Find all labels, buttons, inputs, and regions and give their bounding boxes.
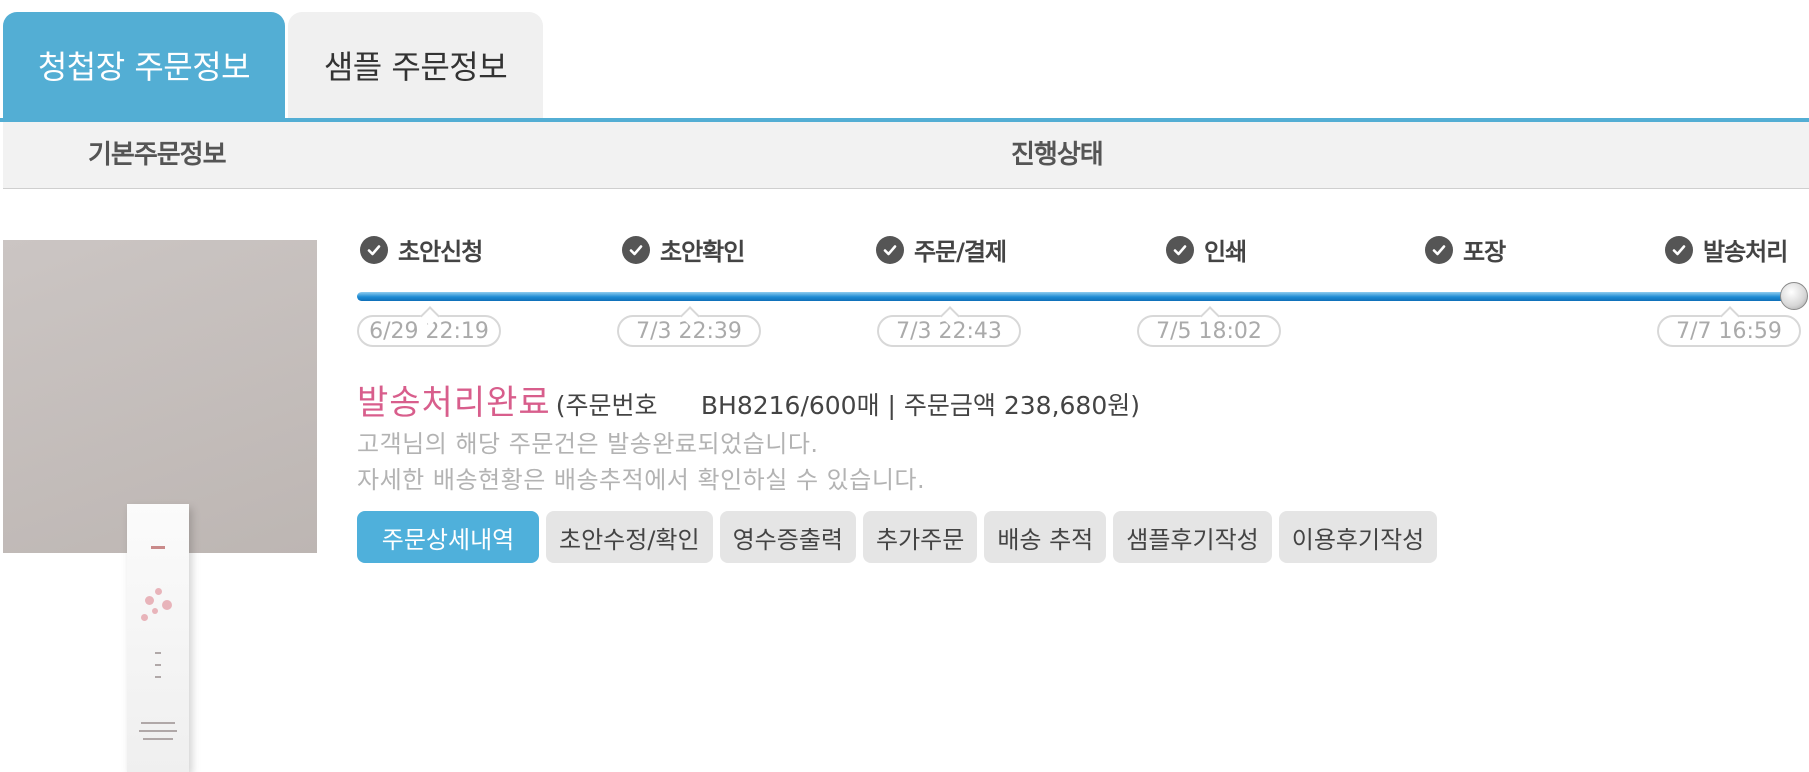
step-draft-request: 초안신청 bbox=[360, 232, 483, 267]
step-date-order-payment: 7/3 22:43 bbox=[877, 315, 1021, 347]
section-header-bar: 기본주문정보 진행상태 bbox=[3, 122, 1809, 189]
product-thumbnail[interactable] bbox=[3, 240, 317, 772]
step-label: 인쇄 bbox=[1204, 238, 1247, 266]
progress-knob-icon bbox=[1780, 282, 1808, 310]
step-packing: 포장 bbox=[1425, 232, 1506, 267]
receipt-print-button[interactable]: 영수증출력 bbox=[719, 511, 856, 563]
additional-order-button[interactable]: 추가주문 bbox=[862, 511, 978, 563]
sample-review-button[interactable]: 샘플후기작성 bbox=[1113, 511, 1272, 563]
check-circle-icon bbox=[1425, 235, 1453, 264]
check-circle-icon bbox=[1665, 235, 1693, 264]
step-shipping: 발송처리 bbox=[1665, 232, 1788, 267]
step-label: 발송처리 bbox=[1703, 238, 1788, 266]
order-message-2: 자세한 배송현황은 배송추적에서 확인하실 수 있습니다. bbox=[357, 466, 926, 494]
step-date-draft-confirm: 7/3 22:39 bbox=[617, 315, 761, 347]
tab-invitation-order[interactable]: 청첩장 주문정보 bbox=[3, 12, 285, 118]
order-number-label: (주문번호 bbox=[555, 391, 658, 420]
check-circle-icon bbox=[622, 235, 650, 264]
basic-order-info-header: 기본주문정보 bbox=[88, 140, 227, 170]
step-label: 주문/결제 bbox=[914, 238, 1007, 266]
step-order-payment: 주문/결제 bbox=[876, 232, 1007, 267]
check-circle-icon bbox=[876, 235, 904, 264]
order-detail-button[interactable]: 주문상세내역 bbox=[357, 511, 539, 563]
step-printing: 인쇄 bbox=[1166, 232, 1247, 267]
order-status-title: 발송처리완료 bbox=[357, 383, 551, 423]
step-label: 포장 bbox=[1463, 238, 1506, 266]
progress-bar bbox=[357, 292, 1801, 301]
shipping-tracking-button[interactable]: 배송 추적 bbox=[984, 511, 1107, 563]
draft-edit-button[interactable]: 초안수정/확인 bbox=[546, 511, 713, 563]
usage-review-button[interactable]: 이용후기작성 bbox=[1278, 511, 1438, 563]
step-label: 초안신청 bbox=[398, 238, 483, 266]
order-status-line: 발송처리완료 (주문번호 BH8216/600매 | 주문금액 238,680원… bbox=[357, 375, 1140, 424]
progress-status-header: 진행상태 bbox=[1011, 140, 1104, 170]
tab-sample-order[interactable]: 샘플 주문정보 bbox=[288, 12, 543, 118]
order-message-1: 고객님의 해당 주문건은 발송완료되었습니다. bbox=[357, 430, 819, 458]
check-circle-icon bbox=[1166, 235, 1194, 264]
invitation-card-image bbox=[127, 504, 189, 772]
action-buttons: 주문상세내역 초안수정/확인 영수증출력 추가주문 배송 추적 샘플후기작성 이… bbox=[357, 511, 1438, 563]
step-draft-confirm: 초안확인 bbox=[622, 232, 745, 267]
order-tabs: 청첩장 주문정보 샘플 주문정보 bbox=[3, 12, 543, 118]
check-circle-icon bbox=[360, 235, 388, 264]
step-date-printing: 7/5 18:02 bbox=[1137, 315, 1281, 347]
step-date-shipping: 7/7 16:59 bbox=[1657, 315, 1801, 347]
order-detail: BH8216/600매 | 주문금액 238,680원) bbox=[700, 391, 1140, 420]
step-label: 초안확인 bbox=[660, 238, 745, 266]
step-date-draft-request: 6/29 22:19 bbox=[357, 315, 501, 347]
progress-steps: 초안신청 초안확인 주문/결제 인쇄 포장 발송처리 bbox=[360, 232, 1809, 332]
